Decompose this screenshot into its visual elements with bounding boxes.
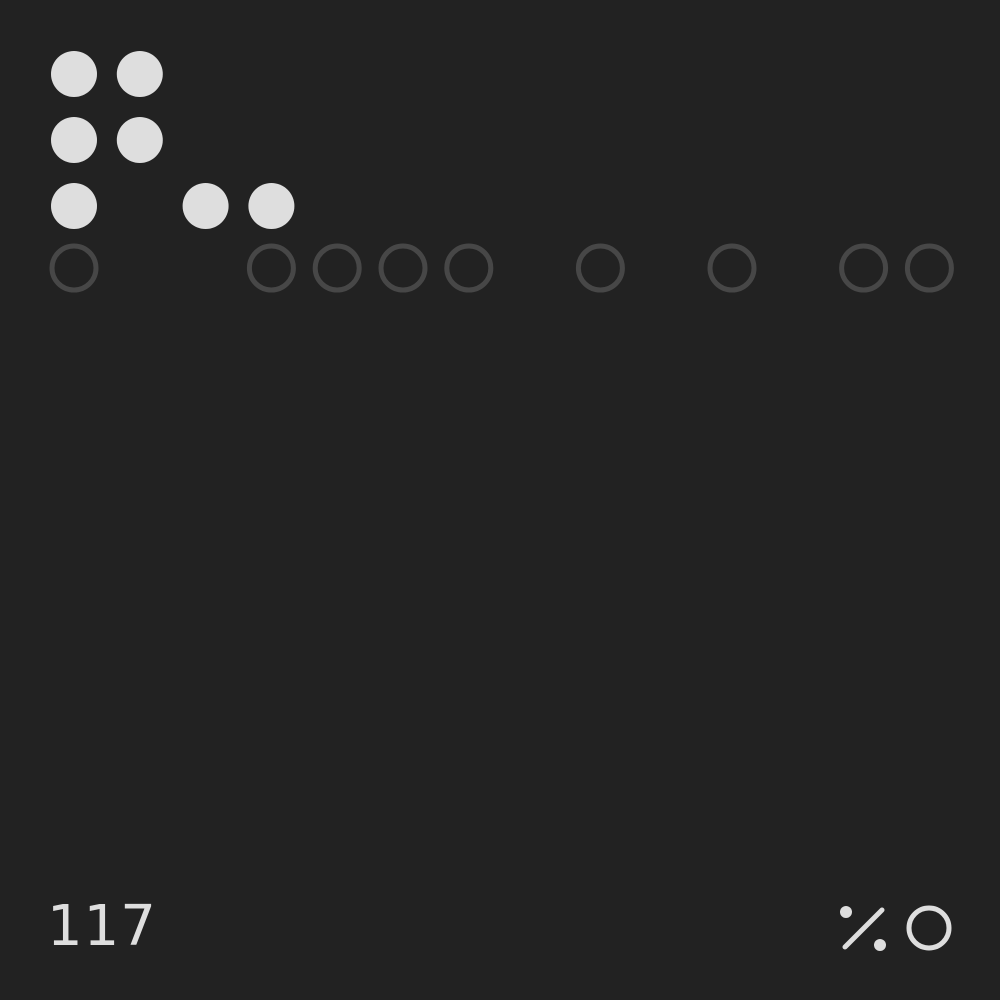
empty-ring — [312, 243, 362, 293]
empty-ring — [378, 243, 428, 293]
empty-ring — [575, 243, 625, 293]
filled-dot — [51, 183, 97, 229]
empty-ring — [904, 243, 954, 293]
empty-ring — [839, 243, 889, 293]
counter-value: 117 — [47, 894, 157, 959]
filled-dot — [182, 183, 229, 229]
empty-ring — [49, 243, 99, 293]
empty-ring — [246, 243, 296, 293]
filled-dot — [51, 117, 97, 163]
empty-ring — [444, 243, 494, 293]
pattern-canvas: 117 — [0, 0, 1000, 1000]
percent-icon — [840, 906, 886, 951]
filled-dot — [248, 183, 295, 229]
filled-dot — [116, 51, 163, 97]
filled-dot — [51, 51, 97, 97]
empty-ring — [707, 243, 757, 293]
ring-icon — [906, 905, 952, 951]
dot-grid — [49, 51, 954, 293]
filled-dot — [116, 117, 163, 163]
